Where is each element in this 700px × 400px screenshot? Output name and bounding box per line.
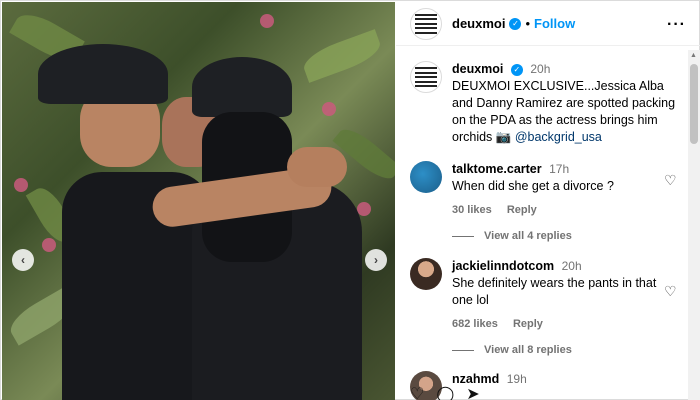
reply-button[interactable]: Reply — [513, 318, 543, 330]
commenter-avatar[interactable] — [410, 258, 442, 290]
deuxmoi-logo-icon — [415, 67, 437, 87]
chevron-left-icon: ‹ — [21, 253, 25, 267]
comments-scrollbar[interactable]: ▲ — [688, 50, 700, 400]
post-photo: ‹ › — [2, 2, 395, 400]
scrollbar-thumb[interactable] — [690, 64, 698, 144]
commenter-username[interactable]: nzahmd — [452, 372, 499, 386]
comment-time: 20h — [561, 259, 582, 273]
post-header: deuxmoi ✓ • Follow ··· — [396, 2, 700, 46]
caption-time: 20h — [530, 62, 551, 76]
comment-icon[interactable]: ◯ — [436, 387, 454, 400]
comment-item: jackielinndotcom 20h She definitely wear… — [410, 258, 678, 333]
chevron-right-icon: › — [374, 253, 378, 267]
verified-badge-icon: ✓ — [510, 63, 523, 76]
caption-avatar[interactable] — [410, 61, 442, 93]
comment-item: talktome.carter 17h When did she get a d… — [410, 161, 678, 219]
more-options-icon[interactable]: ··· — [667, 16, 686, 34]
post-actions: ♡ ◯ ➤ — [396, 387, 700, 400]
commenter-username[interactable]: jackielinndotcom — [452, 259, 554, 273]
heart-icon[interactable]: ♡ — [664, 284, 678, 298]
share-icon[interactable]: ➤ — [466, 387, 479, 400]
view-replies-label: View all 8 replies — [484, 344, 572, 356]
separator-dot: • — [525, 16, 531, 31]
next-image-button[interactable]: › — [365, 249, 387, 271]
comment-likes[interactable]: 682 likes — [452, 318, 498, 330]
comment-text: She definitely wears the pants in that o… — [452, 276, 657, 307]
follow-button[interactable]: Follow — [534, 16, 575, 31]
view-replies-button[interactable]: View all 8 replies — [452, 344, 572, 356]
view-replies-label: View all 4 replies — [484, 230, 572, 242]
caption-username[interactable]: deuxmoi — [452, 62, 503, 76]
like-icon[interactable]: ♡ — [410, 387, 424, 400]
comments-list: deuxmoi ✓ 20h DEUXMOI EXCLUSIVE...Jessic… — [396, 47, 686, 400]
scroll-up-icon[interactable]: ▲ — [690, 52, 697, 59]
post-sidebar: deuxmoi ✓ • Follow ··· deuxmoi ✓ 20h DEU… — [396, 2, 700, 400]
reply-button[interactable]: Reply — [507, 204, 537, 216]
divider-line — [452, 349, 474, 351]
comment-time: 17h — [549, 162, 570, 176]
commenter-avatar[interactable] — [410, 161, 442, 193]
previous-image-button[interactable]: ‹ — [12, 249, 34, 271]
account-username[interactable]: deuxmoi — [452, 16, 505, 31]
commenter-username[interactable]: talktome.carter — [452, 162, 542, 176]
comment-likes[interactable]: 30 likes — [452, 204, 492, 216]
caption-mention-link[interactable]: @backgrid_usa — [515, 130, 602, 144]
comment-text: When did she get a divorce ? — [452, 179, 614, 193]
heart-icon[interactable]: ♡ — [664, 173, 678, 187]
comment-time: 19h — [506, 372, 527, 386]
caption: deuxmoi ✓ 20h DEUXMOI EXCLUSIVE...Jessic… — [410, 61, 678, 146]
account-avatar[interactable] — [410, 7, 442, 40]
view-replies-button[interactable]: View all 4 replies — [452, 230, 572, 242]
divider-line — [452, 235, 474, 237]
verified-badge-icon: ✓ — [509, 17, 522, 30]
post-modal: ‹ › deuxmoi ✓ • Follow ··· deuxmoi ✓ 20h… — [0, 0, 700, 400]
deuxmoi-logo-icon — [415, 13, 437, 34]
